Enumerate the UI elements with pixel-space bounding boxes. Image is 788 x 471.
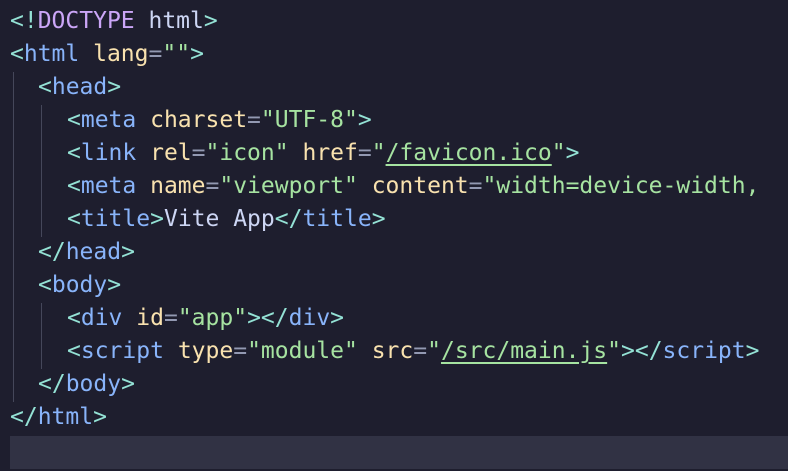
equals: = xyxy=(247,107,261,133)
punct: ></ xyxy=(247,305,289,331)
tag-name: body xyxy=(51,272,108,298)
punct: > xyxy=(121,239,135,265)
punct: < xyxy=(67,206,81,232)
punct: > xyxy=(150,206,164,232)
punct: > xyxy=(371,206,386,232)
punct: > xyxy=(93,404,107,430)
main-js-path-link[interactable]: /src/main.js xyxy=(441,338,607,364)
tag-name: html xyxy=(23,41,80,67)
punct: > xyxy=(107,272,122,298)
punct: < xyxy=(67,140,81,166)
equals: = xyxy=(468,173,483,199)
equals: = xyxy=(148,41,163,67)
tag-name: meta xyxy=(80,107,137,133)
attr-name: href xyxy=(302,140,358,166)
quote: " xyxy=(551,140,566,166)
punct: > xyxy=(357,107,372,133)
tag-name: title xyxy=(80,206,151,232)
code-line-head-open[interactable]: <head> xyxy=(38,71,788,104)
tag-open-punct: <! xyxy=(10,8,38,34)
equals: = xyxy=(191,140,206,166)
punct: < xyxy=(67,173,81,199)
code-line-script[interactable]: <script type="module" src="/src/main.js"… xyxy=(67,335,788,368)
favicon-path-link[interactable]: /favicon.ico xyxy=(386,140,552,166)
code-line-head-close[interactable]: </head> xyxy=(38,236,788,269)
quote: " xyxy=(371,140,386,166)
punct: > xyxy=(107,74,122,100)
equals: = xyxy=(357,140,372,166)
punct: > xyxy=(190,41,204,67)
attr-name: rel xyxy=(150,140,192,166)
punct: < xyxy=(10,41,24,67)
doctype-name: html xyxy=(134,8,204,34)
code-editor[interactable]: <!DOCTYPE html> <html lang=""> <head> <m… xyxy=(0,0,788,471)
punct: </ xyxy=(10,404,38,430)
punct: </ xyxy=(38,371,66,397)
attr-value: "width=device-width, xyxy=(482,173,760,199)
current-line-highlight[interactable] xyxy=(10,436,788,469)
tag-close-punct: > xyxy=(203,8,218,34)
equals: = xyxy=(205,173,220,199)
indent-guide xyxy=(41,105,42,237)
attr-name: src xyxy=(371,338,414,364)
tag-name: title xyxy=(302,206,372,232)
code-line-html-close[interactable]: </html> xyxy=(10,401,788,434)
indent-guide xyxy=(13,72,14,402)
punct: > xyxy=(745,338,760,364)
tag-name: body xyxy=(65,371,122,397)
attr-value: "app" xyxy=(177,305,248,331)
punct: < xyxy=(67,338,81,364)
attr-value: "module" xyxy=(247,338,358,364)
code-line-body-close[interactable]: </body> xyxy=(38,368,788,401)
code-line-body-open[interactable]: <body> xyxy=(38,269,788,302)
tag-name: meta xyxy=(80,173,137,199)
tag-name: script xyxy=(80,338,164,364)
tag-name: link xyxy=(80,140,137,166)
equals: = xyxy=(413,338,428,364)
attr-value: "UTF-8" xyxy=(260,107,358,133)
tag-name: head xyxy=(65,239,122,265)
indent-guide xyxy=(41,303,42,369)
code-line-meta-viewport[interactable]: <meta name="viewport" content="width=dev… xyxy=(67,170,788,203)
punct: < xyxy=(38,74,52,100)
attr-value: "viewport" xyxy=(219,173,358,199)
punct: ></ xyxy=(621,338,663,364)
code-line-div-app[interactable]: <div id="app"></div> xyxy=(67,302,788,335)
title-text: Vite App xyxy=(163,206,275,232)
tag-name: div xyxy=(80,305,123,331)
quote: " xyxy=(607,338,621,364)
punct: > xyxy=(565,140,580,166)
attr-value: "" xyxy=(162,41,191,67)
tag-name: div xyxy=(288,305,331,331)
attr-name: content xyxy=(371,173,469,199)
code-line-doctype[interactable]: <!DOCTYPE html> xyxy=(10,5,788,38)
code-line-title[interactable]: <title>Vite App</title> xyxy=(67,203,788,236)
attr-name: type xyxy=(177,338,234,364)
punct: > xyxy=(330,305,345,331)
code-line-link-icon[interactable]: <link rel="icon" href="/favicon.ico"> xyxy=(67,137,788,170)
tag-name: script xyxy=(662,338,746,364)
equals: = xyxy=(233,338,248,364)
tag-name: head xyxy=(51,74,108,100)
punct: < xyxy=(67,107,81,133)
attr-name: charset xyxy=(150,107,248,133)
punct: </ xyxy=(274,206,303,232)
attr-name: lang xyxy=(93,41,149,67)
punct: < xyxy=(67,305,81,331)
punct: < xyxy=(38,272,52,298)
doctype-keyword: DOCTYPE xyxy=(37,8,135,34)
attr-name: name xyxy=(150,173,206,199)
punct: </ xyxy=(38,239,66,265)
attr-name: id xyxy=(136,305,164,331)
code-line-meta-charset[interactable]: <meta charset="UTF-8"> xyxy=(67,104,788,137)
code-line-html-open[interactable]: <html lang=""> xyxy=(10,38,788,71)
tag-name: html xyxy=(37,404,94,430)
equals: = xyxy=(163,305,178,331)
attr-value: "icon" xyxy=(205,140,289,166)
quote: " xyxy=(427,338,441,364)
punct: > xyxy=(121,371,135,397)
